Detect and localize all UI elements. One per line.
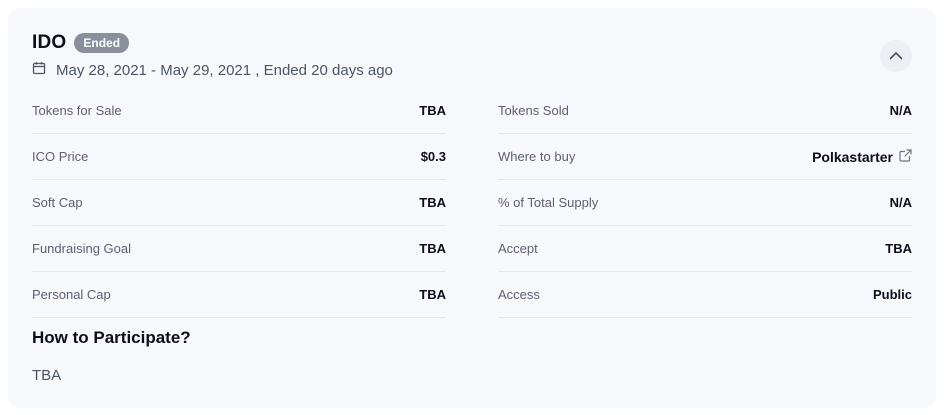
detail-value: N/A bbox=[889, 103, 912, 118]
where-to-buy-link[interactable]: Polkastarter bbox=[812, 149, 912, 165]
detail-row-tokens-sold: Tokens Sold N/A bbox=[498, 88, 912, 134]
detail-row-total-supply: % of Total Supply N/A bbox=[498, 180, 912, 226]
detail-value: Public bbox=[872, 287, 912, 302]
status-badge: Ended bbox=[74, 33, 130, 53]
detail-row-access: Access Public bbox=[498, 272, 912, 318]
detail-row-soft-cap: Soft Cap TBA bbox=[32, 180, 446, 226]
where-to-buy-text: Polkastarter bbox=[812, 148, 893, 165]
card-header: IDO Ended bbox=[32, 32, 130, 54]
participate-heading: How to Participate? bbox=[32, 328, 191, 347]
participate-body: TBA bbox=[32, 367, 62, 384]
detail-value: TBA bbox=[885, 241, 912, 256]
detail-value: TBA bbox=[419, 195, 446, 210]
detail-label: Access bbox=[498, 287, 540, 302]
details-left-column: Tokens for Sale TBA ICO Price $0.3 Soft … bbox=[32, 88, 446, 318]
detail-label: Accept bbox=[498, 241, 538, 256]
external-link-icon bbox=[899, 148, 912, 165]
card-title: IDO bbox=[32, 32, 67, 53]
calendar-icon bbox=[32, 61, 46, 79]
detail-row-personal-cap: Personal Cap TBA bbox=[32, 272, 446, 318]
date-range-line: May 28, 2021 - May 29, 2021 , Ended 20 d… bbox=[32, 61, 393, 79]
date-range-text: May 28, 2021 - May 29, 2021 , Ended 20 d… bbox=[56, 61, 393, 79]
chevron-up-icon bbox=[889, 47, 903, 65]
detail-value: TBA bbox=[419, 103, 446, 118]
detail-label: % of Total Supply bbox=[498, 195, 599, 210]
detail-label: Personal Cap bbox=[32, 287, 111, 302]
detail-row-where-to-buy: Where to buy Polkastarter bbox=[498, 134, 912, 180]
detail-value: $0.3 bbox=[420, 149, 446, 164]
detail-row-fundraising-goal: Fundraising Goal TBA bbox=[32, 226, 446, 272]
detail-label: Tokens Sold bbox=[498, 103, 569, 118]
detail-row-accept: Accept TBA bbox=[498, 226, 912, 272]
detail-label: ICO Price bbox=[32, 149, 89, 164]
detail-value: N/A bbox=[889, 195, 912, 210]
detail-label: Fundraising Goal bbox=[32, 241, 131, 256]
detail-label: Tokens for Sale bbox=[32, 103, 122, 118]
details-right-column: Tokens Sold N/A Where to buy Polkastarte… bbox=[498, 88, 912, 318]
detail-label: Where to buy bbox=[498, 149, 576, 164]
detail-label: Soft Cap bbox=[32, 195, 83, 210]
collapse-button[interactable] bbox=[880, 40, 912, 72]
detail-value: TBA bbox=[419, 287, 446, 302]
detail-value: TBA bbox=[419, 241, 446, 256]
detail-row-tokens-for-sale: Tokens for Sale TBA bbox=[32, 88, 446, 134]
ido-card: IDO Ended May 28, 2021 - May 29, 2021 , … bbox=[8, 8, 936, 408]
detail-row-ico-price: ICO Price $0.3 bbox=[32, 134, 446, 180]
